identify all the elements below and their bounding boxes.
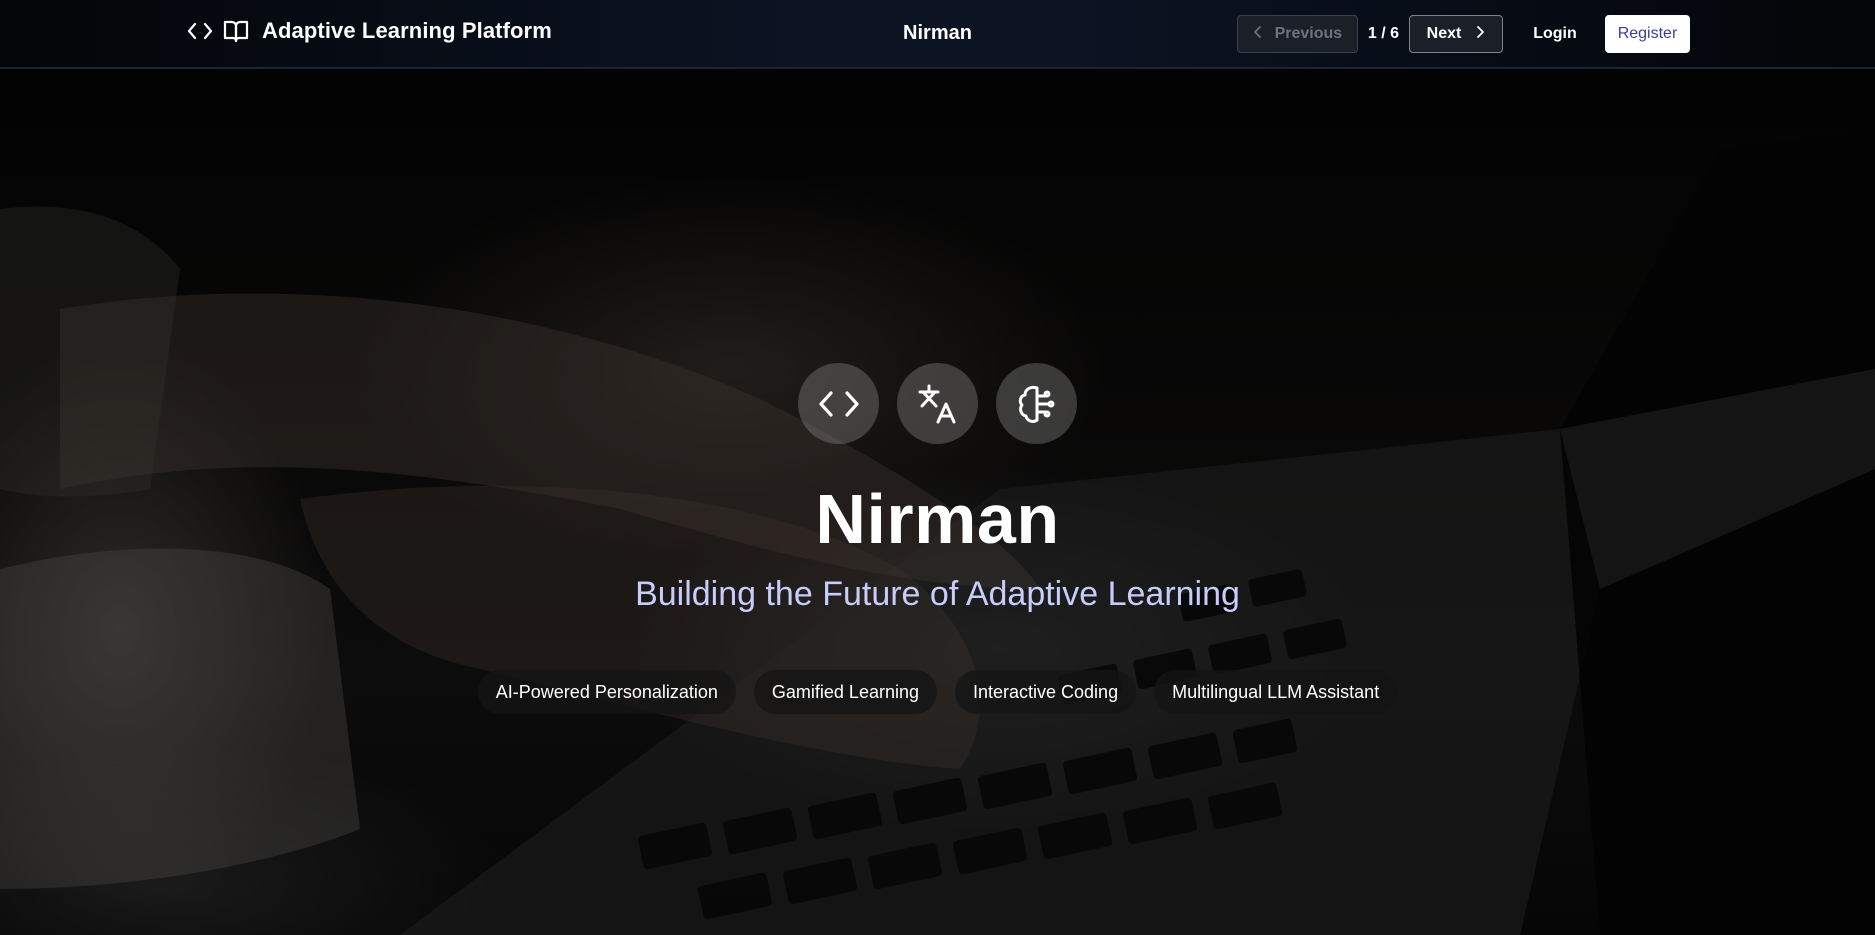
top-navbar: Adaptive Learning Platform Nirman Previo…: [0, 0, 1875, 69]
next-button[interactable]: Next: [1409, 15, 1503, 53]
chevron-left-icon: [1253, 25, 1263, 44]
register-button[interactable]: Register: [1605, 15, 1690, 53]
previous-button[interactable]: Previous: [1236, 15, 1358, 53]
feature-chip: AI-Powered Personalization: [477, 670, 736, 714]
chevron-right-icon: [1475, 25, 1485, 44]
feature-chips: AI-Powered Personalization Gamified Lear…: [0, 670, 1875, 714]
brand[interactable]: Adaptive Learning Platform: [186, 17, 552, 45]
feature-chip: Interactive Coding: [955, 670, 1137, 714]
nav-controls: Previous 1 / 6 Next Login Register: [1236, 14, 1690, 54]
code-icon: [798, 363, 879, 444]
hero-content: Nirman Building the Future of Adaptive L…: [0, 69, 1875, 935]
book-open-icon: [222, 17, 250, 45]
hero-section: Nirman Building the Future of Adaptive L…: [0, 69, 1875, 935]
code-icon: [186, 17, 214, 45]
hero-title: Nirman: [815, 480, 1060, 558]
previous-label: Previous: [1274, 25, 1343, 42]
translate-icon: [897, 363, 978, 444]
hero-subtitle: Building the Future of Adaptive Learning: [635, 575, 1240, 613]
next-label: Next: [1426, 25, 1462, 42]
slide-counter: 1 / 6: [1367, 25, 1399, 42]
brand-title: Adaptive Learning Platform: [262, 18, 552, 43]
login-button[interactable]: Login: [1520, 15, 1590, 53]
hero-icon-row: [0, 363, 1875, 444]
feature-chip: Gamified Learning: [753, 670, 937, 714]
brain-icon: [996, 363, 1077, 444]
feature-chip: Multilingual LLM Assistant: [1154, 670, 1398, 714]
